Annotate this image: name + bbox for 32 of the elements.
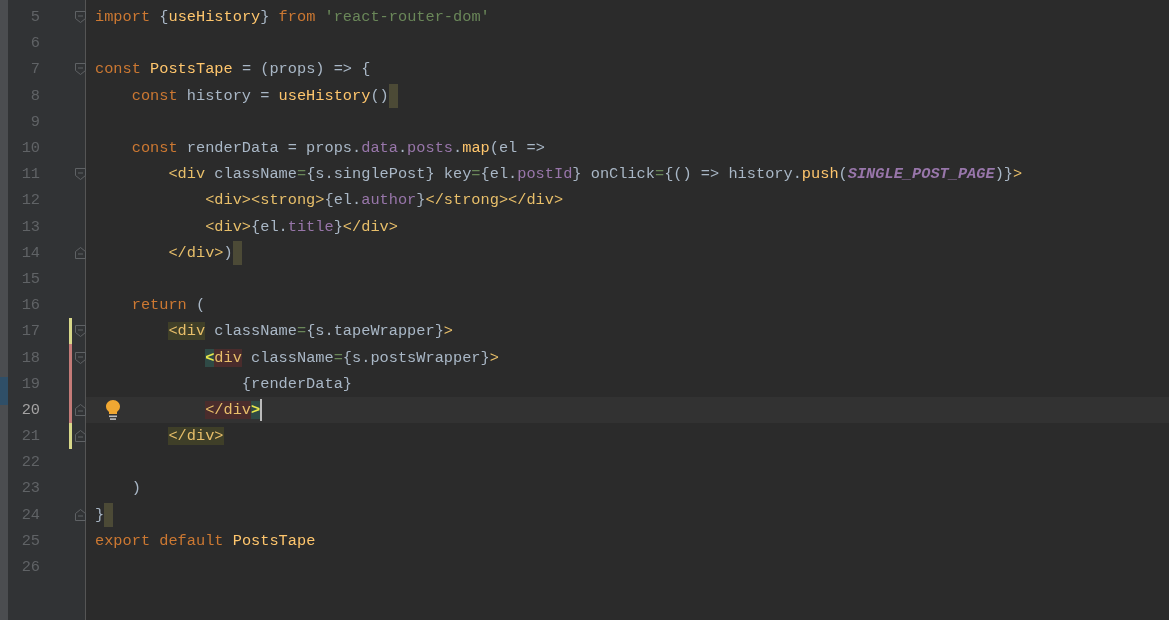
fold-icon[interactable] bbox=[75, 63, 86, 76]
change-marker[interactable] bbox=[69, 344, 72, 371]
code-line: const PostsTape = (props) => { bbox=[95, 60, 371, 79]
fold-icon[interactable] bbox=[75, 508, 86, 521]
lightbulb-icon[interactable] bbox=[105, 398, 121, 421]
code-line: import {useHistory} from 'react-router-dom' bbox=[95, 8, 490, 27]
fold-icon[interactable] bbox=[75, 351, 86, 364]
fold-icon[interactable] bbox=[75, 246, 86, 259]
code-line: <div>{el.title}</div> bbox=[205, 217, 398, 236]
text-cursor bbox=[260, 398, 263, 421]
code-line: <div><strong>{el.author}</strong></div> bbox=[205, 191, 564, 210]
change-marker[interactable] bbox=[69, 370, 72, 397]
fold-icon[interactable] bbox=[75, 11, 86, 24]
change-marker[interactable] bbox=[69, 396, 72, 423]
line-number: 20 bbox=[20, 400, 40, 419]
fold-icon[interactable] bbox=[75, 325, 86, 338]
code-line: return ( bbox=[131, 296, 206, 315]
fold-icon[interactable] bbox=[75, 403, 86, 416]
fold-icon[interactable] bbox=[75, 168, 86, 181]
change-marker[interactable] bbox=[69, 318, 72, 345]
code-line: <div className={s.singlePost} key={el.postId} onClick={() => history.push(SINGLE_POST_PAGE)}> bbox=[168, 165, 1023, 184]
code-line: const renderData = props.data.posts.map(el => bbox=[131, 139, 545, 158]
code-line: </div> bbox=[205, 400, 261, 419]
code-line: <div className={s.postsWrapper}> bbox=[205, 348, 499, 367]
code-line: {renderData} bbox=[241, 374, 352, 393]
change-marker[interactable] bbox=[69, 423, 72, 450]
code-line: ) bbox=[131, 479, 141, 498]
code-line: } bbox=[95, 505, 105, 524]
code-line: const history = useHistory() bbox=[131, 86, 389, 105]
code-line: <div className={s.tapeWrapper}> bbox=[168, 322, 453, 341]
code-line: export default PostsTape bbox=[95, 531, 316, 550]
code-line: </div>) bbox=[168, 243, 233, 262]
